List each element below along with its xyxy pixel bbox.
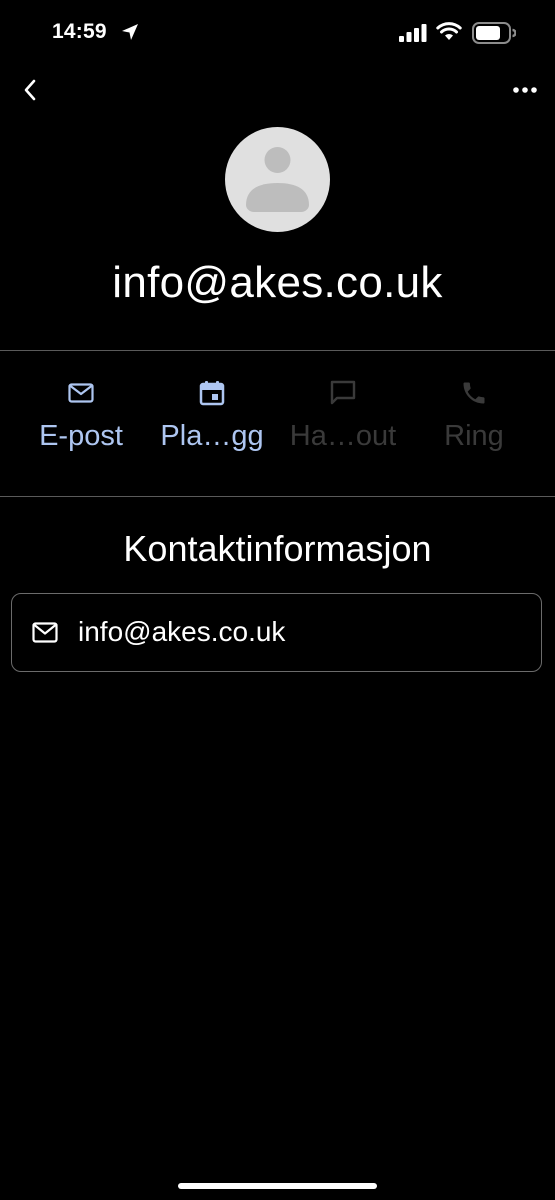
hangout-action-button[interactable]: Ha…out	[277, 370, 409, 470]
back-button[interactable]	[12, 72, 48, 108]
email-info-row[interactable]: info@akes.co.uk	[11, 593, 542, 672]
contact-name: info@akes.co.uk	[112, 258, 443, 307]
battery-icon	[472, 22, 516, 44]
email-action-label: E-post	[39, 420, 123, 452]
hangout-action-label: Ha…out	[289, 420, 397, 452]
call-action-button[interactable]: Ring	[408, 370, 540, 470]
section-title: Kontaktinformasjon	[123, 528, 432, 569]
call-action-label: Ring	[444, 420, 504, 452]
status-bar: 14:59	[0, 0, 555, 64]
wifi-icon	[436, 22, 462, 40]
quick-actions: E-post Pla…gg Ha…out Ring	[12, 370, 543, 470]
home-indicator	[178, 1183, 377, 1189]
calendar-icon	[197, 378, 227, 408]
status-time: 14:59	[52, 20, 107, 43]
chevron-left-icon	[24, 79, 36, 101]
schedule-action-label: Pla…gg	[160, 420, 264, 452]
divider	[0, 496, 555, 497]
chat-icon	[328, 378, 358, 408]
schedule-action-button[interactable]: Pla…gg	[146, 370, 278, 470]
email-action-button[interactable]: E-post	[15, 370, 147, 470]
mail-icon	[32, 622, 58, 643]
location-arrow-icon	[122, 24, 138, 40]
avatar	[225, 127, 330, 232]
more-horizontal-icon	[513, 87, 537, 93]
phone-icon	[459, 378, 489, 408]
more-options-button[interactable]	[507, 72, 543, 108]
person-placeholder-icon	[246, 147, 309, 212]
cellular-signal-icon	[399, 24, 427, 42]
email-value: info@akes.co.uk	[78, 616, 286, 647]
divider	[0, 350, 555, 351]
mail-icon	[66, 378, 96, 408]
